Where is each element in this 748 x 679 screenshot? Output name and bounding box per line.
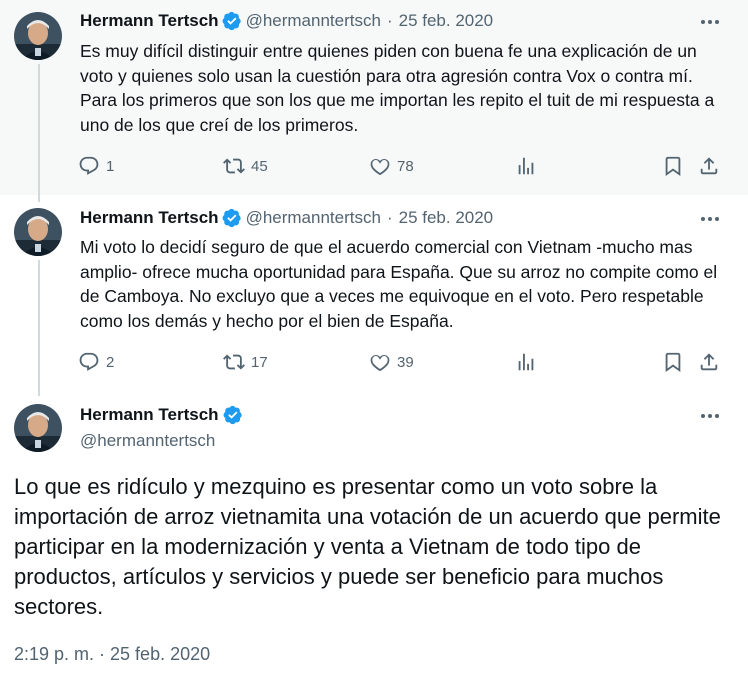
like-icon <box>369 155 391 177</box>
more-icon[interactable] <box>698 209 722 229</box>
like-button[interactable]: 78 <box>369 152 414 180</box>
separator: · <box>386 11 393 30</box>
share-button[interactable] <box>698 348 720 376</box>
share-icon <box>698 351 720 373</box>
like-count: 39 <box>397 353 414 371</box>
tweet-text: Mi voto lo decidí seguro de que el acuer… <box>80 237 718 331</box>
verified-badge-icon <box>223 405 243 425</box>
author-handle[interactable]: @hermanntertsch <box>246 10 381 32</box>
avatar[interactable] <box>14 404 62 452</box>
author-handle[interactable]: @hermanntertsch <box>80 430 215 452</box>
tweet-actions: 1 45 78 <box>78 152 728 180</box>
avatar[interactable] <box>14 208 62 256</box>
retweet-button[interactable]: 17 <box>223 348 268 376</box>
more-icon[interactable] <box>698 406 722 426</box>
verified-badge-icon <box>222 11 242 31</box>
more-icon[interactable] <box>698 12 722 32</box>
reply-count: 1 <box>106 157 115 175</box>
reply-icon <box>78 351 100 373</box>
like-button[interactable]: 39 <box>369 348 414 376</box>
views-icon <box>515 155 537 177</box>
bookmark-button[interactable] <box>662 348 684 376</box>
avatar[interactable] <box>14 12 62 60</box>
views-button[interactable] <box>515 152 537 180</box>
tweet-text: Es muy difícil distinguir entre quienes … <box>80 41 715 135</box>
retweet-count: 45 <box>251 157 268 175</box>
separator: · <box>386 208 393 227</box>
bookmark-icon <box>662 351 684 373</box>
retweet-icon <box>223 155 245 177</box>
share-button[interactable] <box>698 152 720 180</box>
author-name[interactable]: Hermann Tertsch <box>80 207 219 229</box>
like-count: 78 <box>397 157 414 175</box>
tweet-date[interactable]: 25 feb. 2020 <box>399 207 494 229</box>
like-icon <box>369 351 391 373</box>
author-handle[interactable]: @hermanntertsch <box>246 207 381 229</box>
tweet-date[interactable]: 25 feb. 2020 <box>399 10 494 32</box>
retweet-count: 17 <box>251 353 268 371</box>
share-icon <box>698 155 720 177</box>
reply-count: 2 <box>106 353 115 371</box>
reply-icon <box>78 155 100 177</box>
tweet-header: Hermann Tertsch @hermanntertsch · 25 feb… <box>80 10 493 32</box>
retweet-icon <box>223 351 245 373</box>
reply-button[interactable]: 2 <box>78 348 114 376</box>
bookmark-icon <box>662 155 684 177</box>
verified-badge-icon <box>222 208 242 228</box>
thread-line <box>38 64 40 202</box>
tweet-actions: 2 17 39 <box>78 348 728 376</box>
reply-button[interactable]: 1 <box>78 152 114 180</box>
tweet-header: Hermann Tertsch @hermanntertsch · 25 feb… <box>80 207 493 229</box>
retweet-button[interactable]: 45 <box>223 152 268 180</box>
views-button[interactable] <box>515 348 537 376</box>
author-name[interactable]: Hermann Tertsch <box>80 404 219 426</box>
tweet-text: Lo que es ridículo y mezquino es present… <box>14 474 721 619</box>
tweet-timestamp[interactable]: 2:19 p. m. · 25 feb. 2020 <box>14 642 210 666</box>
author-name[interactable]: Hermann Tertsch <box>80 10 219 32</box>
author-name-row: Hermann Tertsch <box>80 404 243 426</box>
thread-line <box>38 260 40 396</box>
views-icon <box>515 351 537 373</box>
bookmark-button[interactable] <box>662 152 684 180</box>
